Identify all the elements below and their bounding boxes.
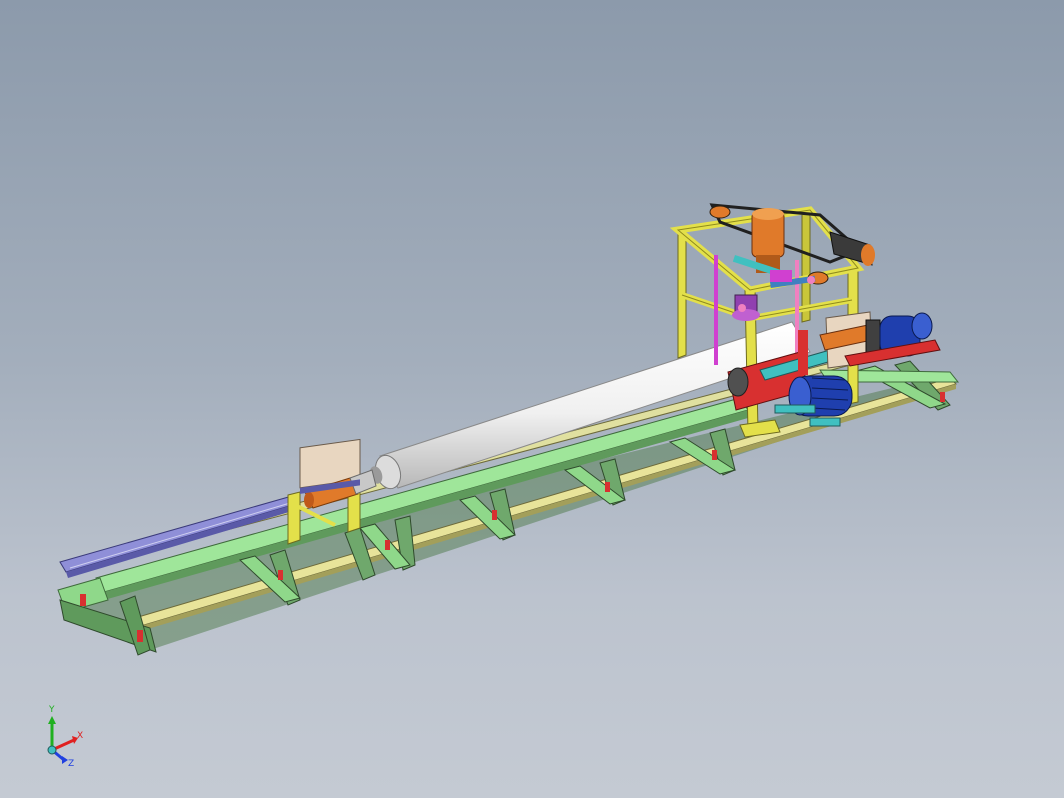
cad-graphics-viewport[interactable]: Y X Z [0, 0, 1064, 798]
y-axis-label: Y [48, 705, 55, 715]
coordinate-triad-icon: Y X Z [47, 705, 83, 769]
x-axis-label: X [77, 731, 83, 741]
z-axis-label: Z [68, 759, 74, 769]
rotary-drive-gearmotor[interactable] [819, 311, 941, 369]
machine-assembly-model[interactable] [0, 0, 1064, 798]
